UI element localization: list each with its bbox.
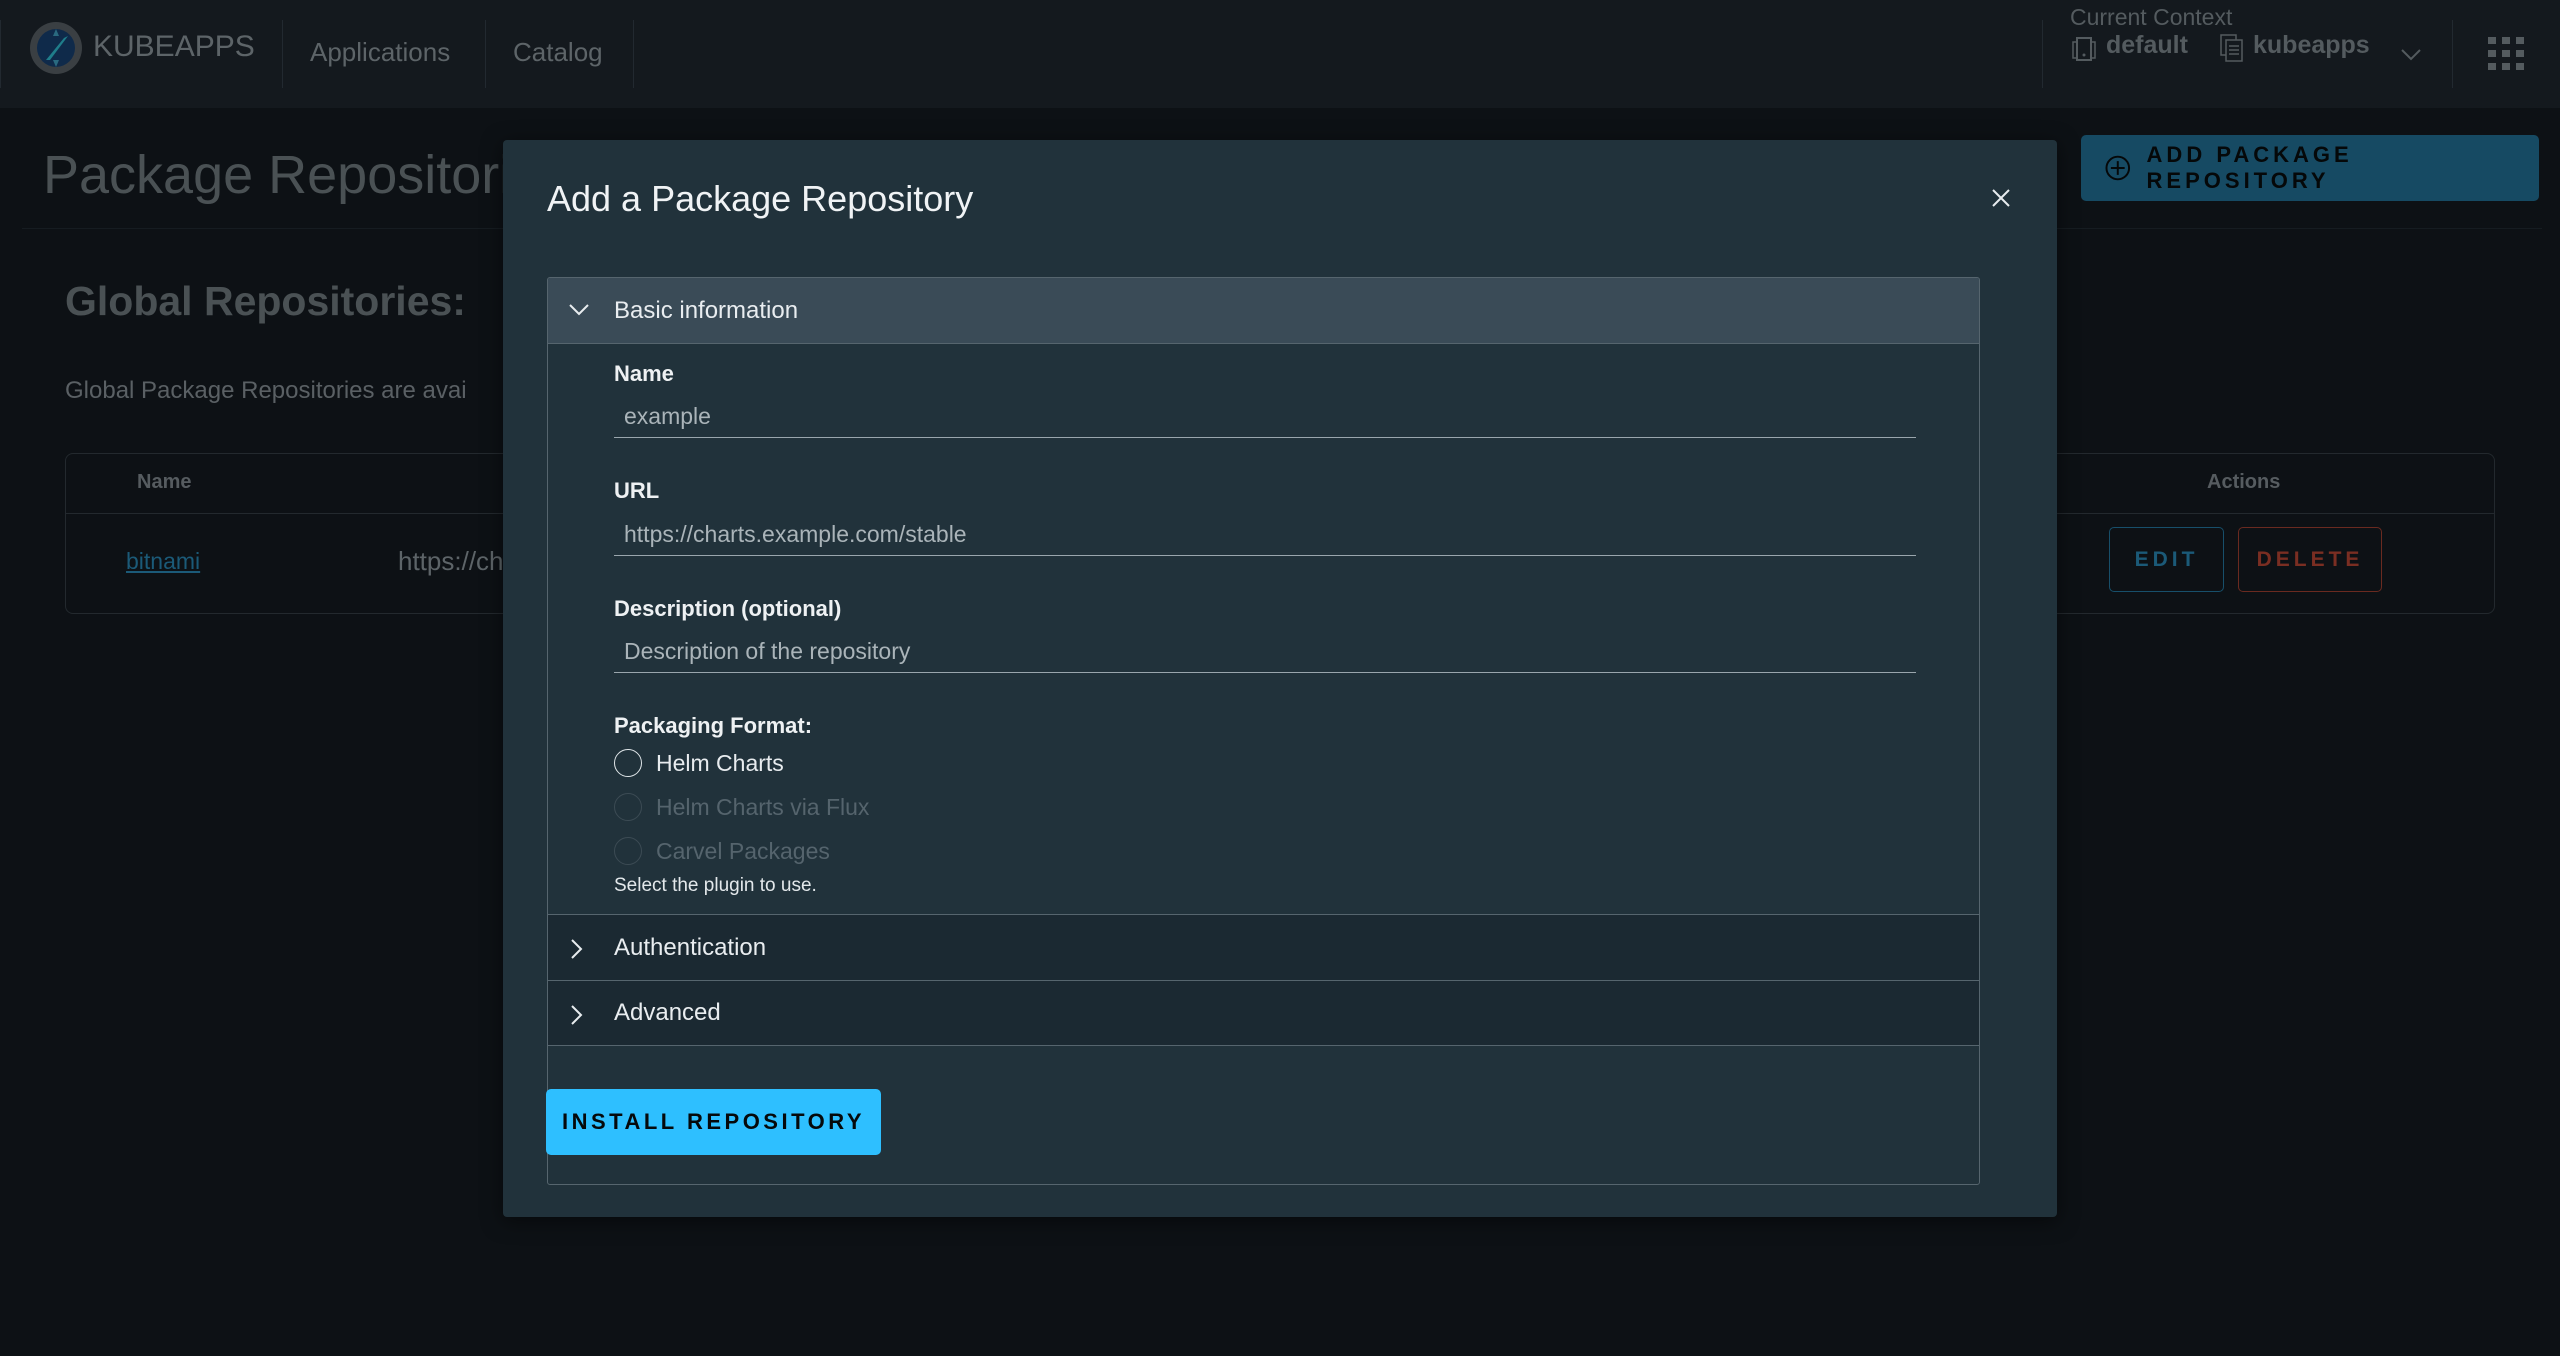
top-nav: KUBEAPPS Applications Catalog Current Co… [0,0,2560,108]
format-hint: Select the plugin to use. [614,875,817,896]
radio-helm-flux: Helm Charts via Flux [614,793,869,821]
section-basic-information[interactable]: Basic information [548,278,1979,344]
divider [485,20,486,88]
divider [633,20,634,88]
add-package-repository-button[interactable]: ADD PACKAGE REPOSITORY [2081,135,2539,201]
chevron-down-icon[interactable] [2400,48,2422,62]
divider [0,20,1,88]
packaging-format-label: Packaging Format: [614,713,813,738]
page-title: Package Repositories [43,145,569,205]
column-header-name: Name [137,471,192,493]
add-button-label: ADD PACKAGE REPOSITORY [2146,142,2353,193]
plus-circle-icon [2105,155,2131,181]
close-icon[interactable] [1983,180,2019,216]
namespace-icon [2220,34,2243,62]
install-repository-button[interactable]: INSTALL REPOSITORY [546,1089,881,1155]
divider [282,20,283,88]
context-label: Current Context [2070,4,2233,30]
radio-circle [614,793,642,821]
namespace-name: kubeapps [2253,31,2370,59]
brand-name[interactable]: KUBEAPPS [93,30,255,64]
name-label: Name [614,361,674,386]
apps-grid-icon[interactable] [2488,37,2524,71]
repo-name-link[interactable]: bitnami [126,548,200,575]
section-authentication[interactable]: Authentication [548,914,1979,980]
kubeapps-logo-icon [30,22,82,74]
url-label: URL [614,478,660,503]
section-label: Authentication [614,933,767,961]
nav-applications[interactable]: Applications [310,37,450,68]
description-input[interactable] [614,631,1916,673]
radio-circle[interactable] [614,749,642,777]
radio-label: Carvel Packages [656,837,830,864]
radio-carvel: Carvel Packages [614,837,830,865]
delete-button[interactable]: DELETE [2238,527,2382,592]
chevron-right-icon [571,1005,583,1025]
radio-label: Helm Charts [656,749,784,776]
chevron-right-icon [571,939,583,959]
column-header-actions: Actions [2207,471,2281,493]
cluster-icon [2072,37,2096,61]
form-accordion: Basic information Name URL Description (… [547,277,1980,1185]
name-input[interactable] [614,396,1916,438]
modal-title: Add a Package Repository [547,178,974,219]
radio-circle [614,837,642,865]
repo-url: https://ch [398,546,504,576]
radio-label: Helm Charts via Flux [656,793,870,820]
add-repository-modal: Add a Package Repository Basic informati… [503,140,2057,1217]
cluster-name: default [2106,31,2188,59]
nav-catalog[interactable]: Catalog [513,37,603,68]
url-input[interactable] [614,514,1916,556]
section-title: Global Repositories: [65,278,466,324]
section-label: Basic information [614,296,799,324]
section-description: Global Package Repositories are avai [65,377,467,404]
section-label: Advanced [614,999,721,1026]
description-label: Description (optional) [614,596,842,621]
divider [2042,20,2043,88]
radio-helm-charts[interactable]: Helm Charts [614,749,784,777]
edit-button[interactable]: EDIT [2109,527,2224,592]
divider [2452,20,2453,88]
chevron-down-icon [569,304,589,316]
section-advanced[interactable]: Advanced [548,980,1979,1046]
